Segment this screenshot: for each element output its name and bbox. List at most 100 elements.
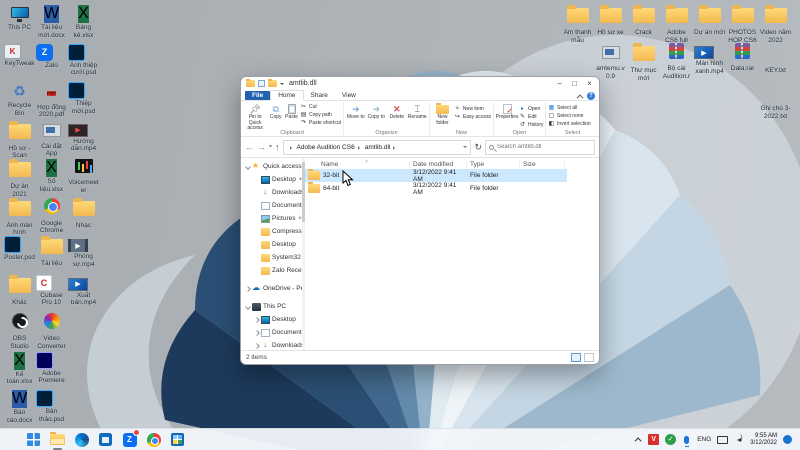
sidebar-item-documents[interactable]: Documents (241, 326, 305, 339)
details-view-button[interactable] (571, 353, 581, 362)
select-none-button[interactable]: ▢Select none (548, 112, 591, 119)
desktop-icon-folder[interactable]: Crack (628, 5, 659, 37)
taskbar-zalo-icon[interactable]: Z (122, 432, 137, 447)
qat-new-folder-icon[interactable] (268, 80, 277, 87)
desktop-icon-folder[interactable]: PHOTOSHOP CS6 CC (727, 5, 758, 44)
column-type[interactable]: Type (467, 161, 520, 168)
desktop-icon-folder[interactable]: Ảnh màn hình (4, 198, 35, 237)
desktop-icon-pr[interactable]: Adobe Premiere Pro (36, 352, 67, 385)
desktop-icon-pdf[interactable]: Hợp đồng 2020.pdf (36, 82, 67, 119)
volume-tray-icon[interactable] (734, 435, 744, 445)
desktop-icon-vidred[interactable]: ▶Hướng dẫn.mp4 (68, 121, 99, 153)
desktop-icon-folder[interactable]: Hồ sơ - Scan (4, 121, 35, 160)
desktop-icon-psd[interactable]: Thiệp mời.psd (68, 82, 99, 115)
breadcrumb[interactable]: Adobe Audition CS6 amtlib.dll (283, 140, 472, 155)
column-date-modified[interactable]: Date modified (410, 161, 467, 168)
breadcrumb-item-parent[interactable]: Adobe Audition CS6 (297, 144, 355, 151)
collapse-ribbon-icon[interactable] (577, 94, 584, 101)
history-button[interactable]: ↺History (519, 121, 544, 128)
back-button[interactable]: ← (245, 143, 254, 152)
desktop-icon-obs[interactable]: OBS Studio (4, 313, 35, 350)
copy-button[interactable]: ⧉Copy (268, 103, 283, 132)
invert-selection-button[interactable]: ◧Invert selection (548, 120, 591, 127)
sidebar-item-compressed[interactable]: Compressed (241, 225, 305, 238)
desktop-icon-chrome[interactable]: Google Chrome (36, 198, 67, 235)
desktop-icon-setup[interactable]: amtemu.v0.9 (595, 43, 626, 80)
move-to-button[interactable]: ➜Move to (346, 103, 366, 129)
qat-properties-icon[interactable] (258, 80, 265, 87)
easy-access-button[interactable]: ↪Easy access (454, 113, 491, 120)
desktop-icon-psd[interactable]: Ảnh thiệp cưới.psd (68, 44, 99, 77)
recent-locations-caret-icon[interactable]: ▾ (269, 143, 272, 152)
desktop-icon-folder[interactable]: Video năm 2022 (760, 5, 791, 44)
minimize-button[interactable]: – (552, 78, 567, 90)
large-icons-view-button[interactable] (584, 353, 594, 362)
desktop-icon-word[interactable]: Báo cáo.docx (4, 390, 35, 424)
copy-to-button[interactable]: ➜Copy to (367, 103, 387, 129)
refresh-button[interactable]: ↻ (474, 142, 482, 153)
desktop-icon-zalo[interactable]: ZZalo (36, 44, 67, 70)
quick-access-toolbar[interactable] (258, 80, 284, 87)
address-dropdown-caret-icon[interactable] (463, 146, 467, 150)
maximize-button[interactable]: □ (567, 78, 582, 90)
desktop-icon-cubase[interactable]: CCubase Pro 10 (36, 275, 67, 307)
unikey-tray-icon[interactable]: V (648, 434, 659, 445)
title-bar[interactable]: amtlib.dll – □ × (241, 77, 599, 90)
tab-view[interactable]: View (335, 91, 363, 100)
delete-button[interactable]: ✕Delete (387, 103, 407, 129)
security-tray-icon[interactable]: ✓ (665, 434, 676, 445)
paste-button[interactable]: Paste (284, 103, 299, 132)
desktop-icon-wheel[interactable]: Video Converter (36, 313, 67, 350)
rename-button[interactable]: ⌶Rename (408, 103, 428, 129)
search-box[interactable]: Search amtlib.dll (485, 140, 595, 155)
desktop-icon-note[interactable]: Ghi chú 3-2022.txt (760, 81, 791, 120)
new-item-button[interactable]: ✧New item (454, 105, 491, 112)
microphone-tray-icon[interactable] (684, 436, 689, 444)
paste-shortcut-button[interactable]: ↷Paste shortcut (300, 119, 341, 126)
sidebar-item-zalo-received-f[interactable]: Zalo Received F (241, 264, 305, 277)
desktop-icon-film[interactable]: ▶Phóng sự.mp4 (68, 236, 99, 268)
sidebar-item-desktop[interactable]: Desktop (241, 238, 305, 251)
notification-badge-icon[interactable] (783, 435, 792, 444)
forward-button[interactable]: → (257, 143, 266, 152)
up-button[interactable]: ↑ (275, 143, 280, 152)
desktop-icon-keys[interactable]: KKeyTweak (4, 44, 35, 68)
sidebar-item-this-pc[interactable]: This PC (241, 300, 305, 313)
desktop-icon-pc[interactable]: This PC (4, 5, 35, 32)
desktop-icon-setup[interactable]: Cài đặt App (36, 121, 67, 158)
sidebar-item-quick-access[interactable]: Quick access (241, 160, 305, 173)
column-name[interactable]: Name˄ (305, 161, 410, 168)
taskbar-edge-icon[interactable] (74, 432, 89, 447)
desktop-icon-folder[interactable]: Dự án 2021 (4, 159, 35, 198)
taskbar-chrome-icon[interactable] (146, 432, 161, 447)
edit-button[interactable]: ✎Edit (519, 113, 544, 120)
tray-overflow-chevron-icon[interactable] (635, 437, 642, 444)
tab-file[interactable]: File (245, 91, 270, 100)
copy-path-button[interactable]: ▤Copy path (300, 111, 341, 118)
cast-tray-icon[interactable] (717, 436, 728, 444)
desktop-icon-vid[interactable]: ▶Màn hình xanh.mp4 (694, 43, 725, 75)
desktop-icon-psd[interactable]: Poster.psd (4, 236, 35, 262)
column-size[interactable]: Size (520, 161, 565, 168)
desktop-icon-folder[interactable]: Nhạc (68, 198, 99, 230)
taskbar-store-icon[interactable] (98, 432, 113, 447)
desktop-icon-eq[interactable]: Voicemeeter (68, 159, 99, 194)
breadcrumb-item-current[interactable]: amtlib.dll (365, 144, 391, 151)
cut-button[interactable]: ✂Cut (300, 103, 341, 110)
sidebar-item-desktop[interactable]: Desktop (241, 313, 305, 326)
help-icon[interactable]: ? (587, 92, 595, 100)
new-folder-button[interactable]: New folder (432, 103, 453, 129)
sidebar-item-documents[interactable]: Documents✦ (241, 199, 305, 212)
sidebar-item-pictures[interactable]: Pictures✦ (241, 212, 305, 225)
desktop-icon-psd[interactable]: Bản thảo.psd (36, 390, 67, 423)
desktop-icon-excel[interactable]: Số liệu.xlsx (36, 159, 67, 193)
open-button[interactable]: ▸Open (519, 105, 544, 112)
desktop-icon-excel[interactable]: Bảng kê.xlsx (68, 5, 99, 39)
taskbar-grid-icon[interactable] (170, 432, 185, 447)
language-indicator[interactable]: ENG (697, 436, 711, 443)
clock[interactable]: 9:55 AM 3/12/2022 (750, 433, 777, 447)
desktop-icon-folder[interactable]: Hồ sơ xe (595, 5, 626, 37)
desktop-icon-rar[interactable]: Data.rar (727, 43, 758, 73)
taskbar-explorer-icon[interactable] (50, 432, 65, 447)
desktop-icon-word[interactable]: Tài liệu mới.docx (36, 5, 67, 39)
